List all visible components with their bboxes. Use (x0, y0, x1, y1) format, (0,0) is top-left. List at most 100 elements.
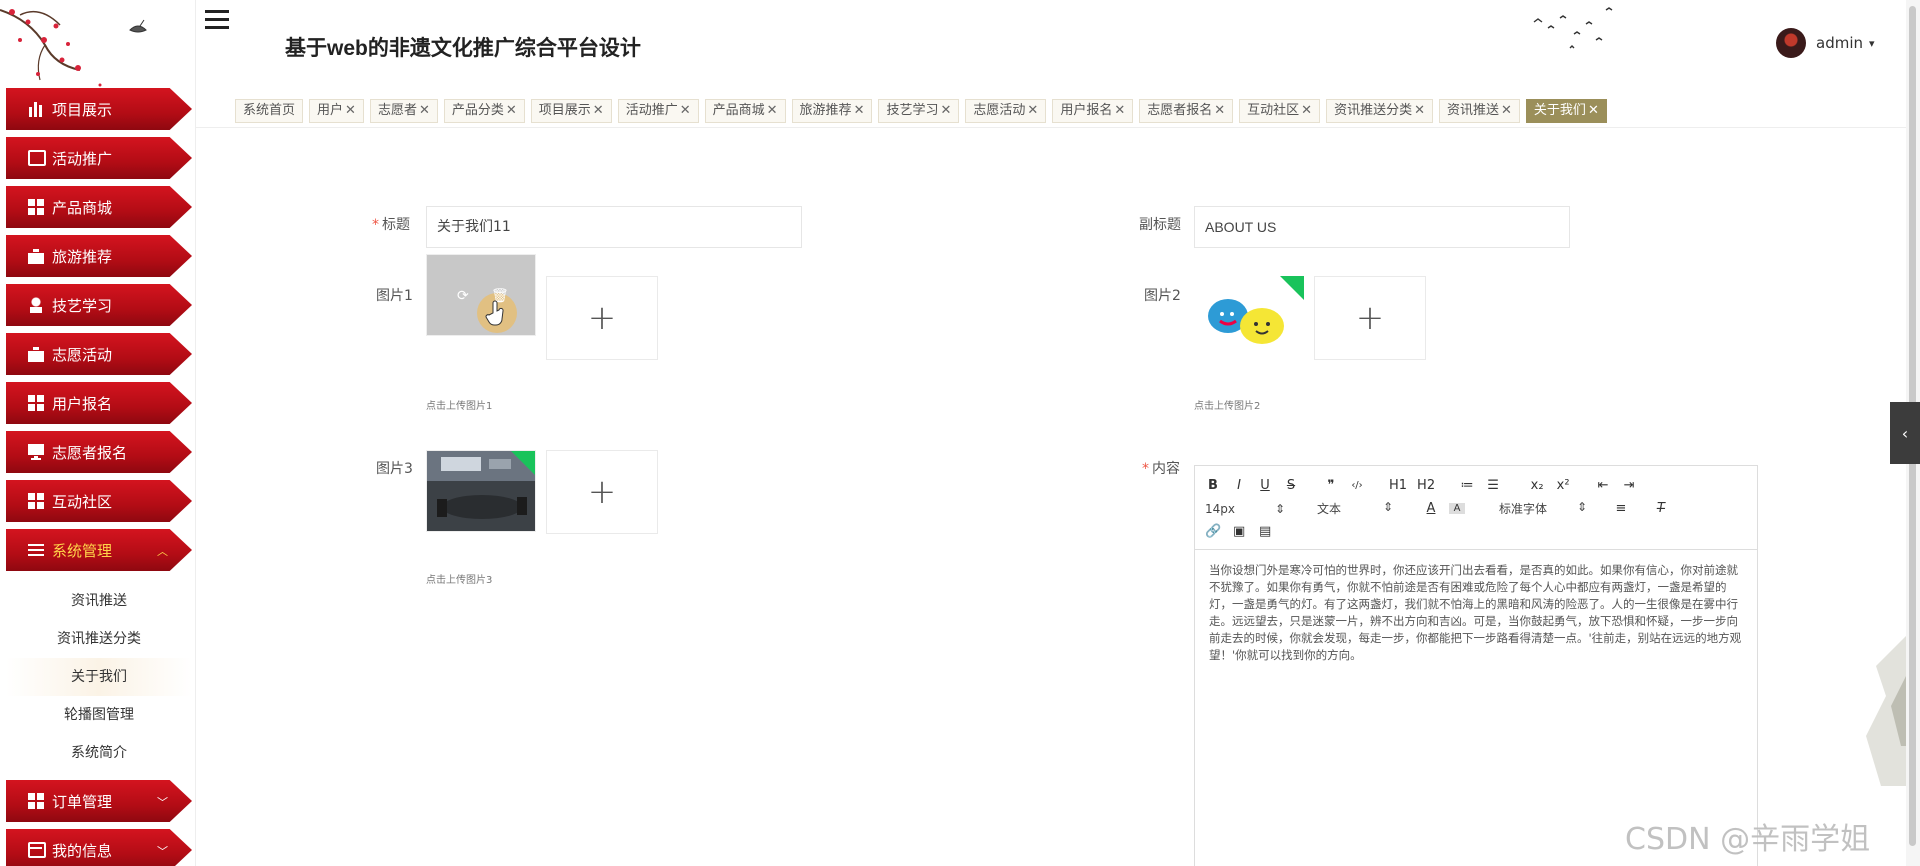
close-icon[interactable]: ✕ (767, 103, 778, 118)
close-icon[interactable]: ✕ (940, 103, 951, 118)
tab-label: 志愿活动 (973, 102, 1026, 118)
sidebar-item-product-mall[interactable]: 产品商城 (6, 186, 192, 228)
outdent-button[interactable]: ⇤ (1595, 478, 1611, 493)
title-label-text: 标题 (382, 217, 410, 233)
sidebar-item-my-info[interactable]: 我的信息 ﹀ (6, 829, 192, 866)
rich-text-editor[interactable]: B I U S ❞ ‹/› H1 H2 ≔ ☰ x₂ x² ⇤ ⇥ 14px ⇕ … (1194, 465, 1758, 866)
grid-icon (28, 395, 46, 411)
close-icon[interactable]: ✕ (1501, 103, 1512, 118)
submenu-item-news-category[interactable]: 资讯推送分类 (6, 620, 192, 658)
image1-upload-button[interactable]: + (546, 276, 658, 360)
sidebar-item-activity-promo[interactable]: 活动推广 (6, 137, 192, 179)
blockquote-button[interactable]: ❞ (1323, 478, 1339, 493)
sidebar-item-system-management[interactable]: 系统管理 ︿ (6, 529, 192, 571)
submenu-item-carousel[interactable]: 轮播图管理 (6, 696, 192, 734)
editor-content[interactable]: 当你设想门外是寒冷可怕的世界时，你还应该开门出去看看，是否真的如此。如果你有信心… (1195, 550, 1757, 676)
select-caret-icon: ⇕ (1274, 501, 1285, 516)
tab-travel[interactable]: 旅游推荐 ✕ (791, 98, 873, 123)
indent-button[interactable]: ⇥ (1621, 478, 1637, 493)
bold-button[interactable]: B (1205, 478, 1221, 493)
close-icon[interactable]: ✕ (1301, 103, 1312, 118)
submenu-item-system-intro[interactable]: 系统简介 (6, 734, 192, 772)
tab-volunteer-activity[interactable]: 志愿活动 ✕ (965, 98, 1047, 123)
sidebar-item-order-management[interactable]: 订单管理 ﹀ (6, 780, 192, 822)
clear-format-icon[interactable]: T̶ (1653, 501, 1669, 516)
collapse-panel-button[interactable]: ‹ (1890, 402, 1920, 464)
close-icon[interactable]: ✕ (506, 103, 517, 118)
tab-community[interactable]: 互动社区 ✕ (1239, 98, 1321, 123)
font-size-select[interactable]: 14px ⇕ (1205, 502, 1285, 516)
font-color-icon[interactable]: A (1423, 501, 1439, 516)
tab-product-mall[interactable]: 产品商城 ✕ (704, 98, 786, 123)
svg-text:⟳: ⟳ (457, 288, 469, 304)
tab-volunteers[interactable]: 志愿者 ✕ (369, 98, 438, 123)
image2-thumbnail[interactable] (1194, 276, 1304, 358)
sidebar-item-volunteer-signup[interactable]: 志愿者报名 (6, 431, 192, 473)
close-icon[interactable]: ✕ (680, 103, 691, 118)
background-color-icon[interactable]: A (1449, 503, 1465, 514)
tab-about-us[interactable]: 关于我们 ✕ (1525, 98, 1607, 123)
grid-icon (28, 493, 46, 509)
tab-label: 项目展示 (538, 102, 591, 118)
link-icon[interactable]: 🔗 (1205, 524, 1221, 539)
subscript-button[interactable]: x₂ (1529, 478, 1545, 493)
strike-button[interactable]: S (1283, 478, 1299, 493)
italic-button[interactable]: I (1231, 478, 1247, 493)
title-input[interactable]: 关于我们11 (426, 206, 802, 248)
subtitle-input[interactable]: ABOUT US (1194, 206, 1570, 248)
image3-upload-button[interactable]: + (546, 450, 658, 534)
text-type-select[interactable]: 文本 ⇕ (1317, 500, 1393, 517)
sidebar-item-skill-learning[interactable]: 技艺学习 (6, 284, 192, 326)
sidebar-item-volunteer-activity[interactable]: 志愿活动 (6, 333, 192, 375)
image1-thumbnail[interactable]: ⟳ 🗑 (426, 254, 536, 336)
close-icon[interactable]: ✕ (593, 103, 604, 118)
heading2-button[interactable]: H2 (1417, 478, 1435, 493)
tab-label: 关于我们 (1533, 102, 1586, 118)
tab-news-category[interactable]: 资讯推送分类 ✕ (1326, 98, 1433, 123)
required-mark: * (372, 217, 379, 233)
tab-volunteer-signup[interactable]: 志愿者报名 ✕ (1139, 98, 1234, 123)
bullet-list-button[interactable]: ☰ (1485, 478, 1501, 493)
submenu-item-about-us[interactable]: 关于我们 (6, 658, 192, 696)
sidebar-item-user-signup[interactable]: 用户报名 (6, 382, 192, 424)
toolbar-row: B I U S ❞ ‹/› H1 H2 ≔ ☰ x₂ x² ⇤ ⇥ (1205, 474, 1747, 497)
close-icon[interactable]: ✕ (1588, 103, 1599, 118)
sidebar-item-project-show[interactable]: 项目展示 (6, 88, 192, 130)
tab-activity-promo[interactable]: 活动推广 ✕ (617, 98, 699, 123)
heading1-button[interactable]: H1 (1389, 478, 1407, 493)
tab-product-category[interactable]: 产品分类 ✕ (443, 98, 525, 123)
image3-hint: 点击上传图片3 (426, 575, 493, 586)
tab-label: 系统首页 (243, 102, 296, 118)
font-family-select[interactable]: 标准字体 ⇕ (1499, 500, 1587, 517)
tab-news-push[interactable]: 资讯推送 ✕ (1439, 98, 1520, 123)
tab-home[interactable]: 系统首页 (235, 98, 304, 123)
close-icon[interactable]: ✕ (854, 103, 865, 118)
sidebar-item-community[interactable]: 互动社区 (6, 480, 192, 522)
text-type-value: 文本 (1317, 502, 1342, 516)
superscript-button[interactable]: x² (1555, 478, 1571, 493)
video-icon[interactable]: ▤ (1257, 524, 1273, 539)
sidebar-item-travel[interactable]: 旅游推荐 (6, 235, 192, 277)
close-icon[interactable]: ✕ (345, 103, 356, 118)
underline-button[interactable]: U (1257, 478, 1273, 493)
image-icon[interactable]: ▣ (1231, 524, 1247, 539)
tab-users[interactable]: 用户 ✕ (309, 98, 364, 123)
close-icon[interactable]: ✕ (1114, 103, 1125, 118)
sidebar-item-label: 志愿者报名 (52, 443, 128, 462)
menu-toggle-icon[interactable] (205, 10, 229, 32)
code-block-button[interactable]: ‹/› (1349, 480, 1365, 491)
close-icon[interactable]: ✕ (1214, 103, 1225, 118)
title-label: * 标题 (372, 214, 410, 234)
user-menu[interactable]: admin ▾ (1776, 28, 1875, 58)
close-icon[interactable]: ✕ (419, 103, 430, 118)
align-icon[interactable]: ≡ (1613, 501, 1629, 516)
tab-skill-learning[interactable]: 技艺学习 ✕ (878, 98, 960, 123)
image2-upload-button[interactable]: + (1314, 276, 1426, 360)
submenu-item-news-push[interactable]: 资讯推送 (6, 582, 192, 620)
tab-user-signup[interactable]: 用户报名 ✕ (1052, 98, 1134, 123)
close-icon[interactable]: ✕ (1414, 103, 1425, 118)
ordered-list-button[interactable]: ≔ (1459, 478, 1475, 493)
close-icon[interactable]: ✕ (1027, 103, 1038, 118)
tab-project-show[interactable]: 项目展示 ✕ (530, 98, 612, 123)
image3-thumbnail[interactable] (426, 450, 536, 532)
